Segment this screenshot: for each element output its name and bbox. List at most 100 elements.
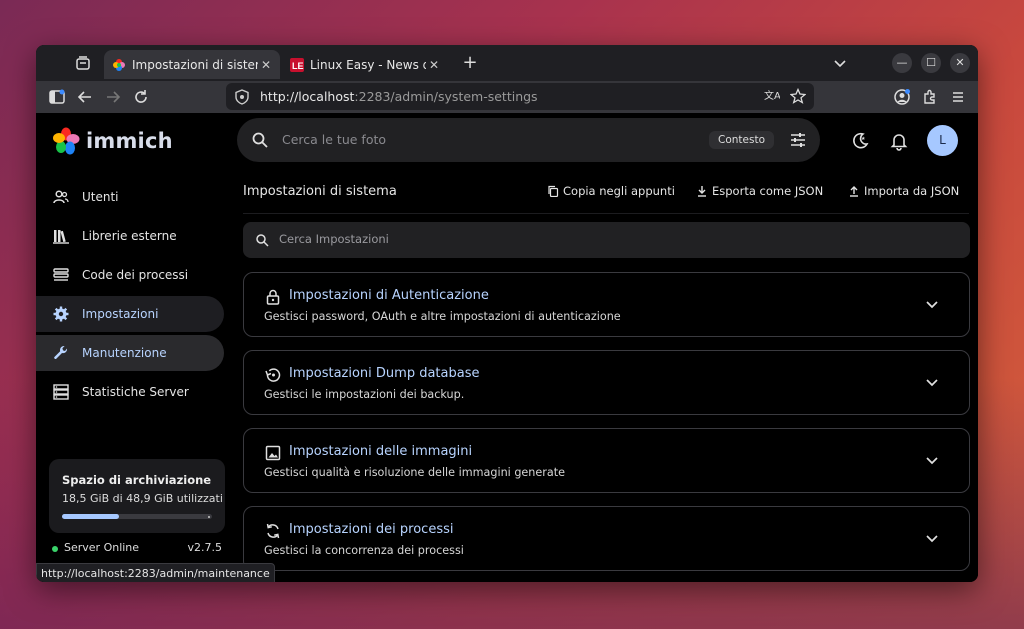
tab-strip: Impostazioni di sistema - I ✕ LE Linux E…	[36, 45, 978, 81]
translate-icon[interactable]: 文A	[764, 88, 780, 104]
section-image-settings[interactable]: Impostazioni delle immagini Gestisci qua…	[243, 428, 970, 493]
gear-icon	[53, 306, 69, 322]
section-description: Gestisci le impostazioni dei backup.	[264, 388, 465, 401]
storage-card: Spazio di archiviazione 18,5 GiB di 48,9…	[49, 459, 225, 533]
section-title: Impostazioni dei processi	[289, 522, 454, 537]
lock-icon	[266, 289, 280, 305]
forward-arrow-icon[interactable]	[104, 88, 122, 106]
online-status-dot	[52, 546, 58, 552]
backup-restore-icon	[265, 368, 281, 382]
section-title: Impostazioni delle immagini	[289, 444, 473, 459]
close-window-button[interactable]: ✕	[950, 53, 970, 73]
server-status: Server Online	[64, 541, 140, 554]
download-icon	[698, 186, 706, 197]
section-job-settings[interactable]: Impostazioni dei processi Gestisci la co…	[243, 506, 970, 571]
sidebar-item-external-libraries[interactable]: Librerie esterne	[36, 218, 224, 254]
server-status-row: Server Online v2.7.5	[52, 541, 222, 557]
server-version[interactable]: v2.7.5	[188, 541, 223, 554]
url-text: http://localhost:2283/admin/system-setti…	[260, 89, 538, 104]
close-icon[interactable]: ✕	[426, 58, 442, 72]
new-tab-button[interactable]: +	[460, 53, 480, 73]
close-icon[interactable]: ✕	[258, 58, 274, 72]
copy-to-clipboard-button[interactable]: Copia negli appunti	[547, 184, 675, 198]
sidebar-item-label: Librerie esterne	[82, 229, 177, 243]
sidebar-item-maintenance[interactable]: Manutenzione	[36, 335, 224, 371]
sidebar-toggle-icon[interactable]	[48, 88, 66, 106]
sidebar-item-users[interactable]: Utenti	[36, 179, 224, 215]
linux-easy-favicon-icon: LE	[290, 57, 304, 72]
section-title: Impostazioni Dump database	[289, 366, 480, 381]
theme-toggle-icon[interactable]: ★	[850, 131, 870, 151]
app-logo[interactable]: immich	[52, 127, 173, 155]
section-database-dump[interactable]: Impostazioni Dump database Gestisci le i…	[243, 350, 970, 415]
library-icon	[53, 230, 69, 244]
storage-used-text: 18,5 GiB di 48,9 GiB utilizzati	[62, 492, 223, 505]
star-icon[interactable]	[790, 88, 806, 104]
tab-title: Impostazioni di sistema - I	[132, 57, 258, 72]
tab-linux-easy[interactable]: LE Linux Easy - News da Mon ✕	[282, 50, 448, 79]
bell-icon[interactable]	[889, 131, 909, 151]
back-arrow-icon[interactable]	[76, 88, 94, 106]
svg-text:文A: 文A	[764, 89, 780, 102]
section-authentication[interactable]: Impostazioni di Autenticazione Gestisci …	[243, 272, 970, 337]
maximize-button[interactable]: ☐	[921, 53, 941, 73]
section-title: Impostazioni di Autenticazione	[289, 288, 489, 303]
import-json-button[interactable]: Importa da JSON	[848, 184, 959, 198]
sidebar-item-server-stats[interactable]: Statistiche Server	[36, 374, 224, 410]
section-description: Gestisci qualità e risoluzione delle imm…	[264, 466, 566, 479]
export-json-button[interactable]: Esporta come JSON	[696, 184, 823, 198]
settings-search-input[interactable]: Cerca Impostazioni	[279, 232, 389, 246]
settings-search-bar[interactable]: Cerca Impostazioni	[243, 222, 970, 258]
wrench-icon	[54, 345, 68, 360]
account-icon[interactable]	[893, 88, 911, 106]
sidebar-item-label: Code dei processi	[82, 268, 189, 282]
section-description: Gestisci password, OAuth e altre imposta…	[264, 310, 621, 323]
minimize-button[interactable]: —	[892, 53, 912, 73]
chevron-down-icon[interactable]	[925, 297, 939, 311]
page-header: Impostazioni di sistema Copia negli appu…	[243, 169, 969, 214]
sidebar-item-settings[interactable]: Impostazioni	[36, 296, 224, 332]
immich-app: immich Cerca le tue foto Contesto ★ L Ut…	[36, 113, 978, 582]
photo-search-bar[interactable]: Cerca le tue foto Contesto	[237, 118, 820, 162]
immich-logo-icon	[53, 127, 80, 155]
search-input[interactable]: Cerca le tue foto	[282, 132, 386, 147]
chevron-down-icon[interactable]	[925, 375, 939, 389]
sidebar-item-label: Utenti	[82, 190, 119, 204]
storage-title: Spazio di archiviazione	[62, 473, 212, 487]
browser-window: Impostazioni di sistema - I ✕ LE Linux E…	[36, 45, 978, 582]
tab-title: Linux Easy - News da Mon	[310, 57, 426, 72]
job-queue-icon	[53, 268, 69, 281]
svg-text:★: ★	[861, 136, 866, 142]
reload-icon[interactable]	[132, 88, 150, 106]
menu-icon[interactable]	[949, 88, 967, 106]
sidebar-item-job-queues[interactable]: Code dei processi	[36, 257, 224, 293]
page-title: Impostazioni di sistema	[243, 184, 397, 199]
browser-toolbar: http://localhost:2283/admin/system-setti…	[36, 81, 978, 113]
immich-favicon-icon	[113, 58, 125, 71]
users-icon	[53, 190, 69, 204]
url-bar[interactable]: http://localhost:2283/admin/system-setti…	[226, 83, 814, 110]
tune-icon[interactable]	[789, 131, 807, 149]
upload-icon	[850, 186, 858, 197]
sidebar-item-label: Statistiche Server	[82, 385, 189, 399]
storage-progress-bar	[62, 514, 212, 519]
chevron-down-icon[interactable]	[925, 531, 939, 545]
sidebar: Utenti Librerie esterne Code dei process…	[36, 169, 236, 582]
context-button[interactable]: Contesto	[709, 131, 774, 149]
server-icon	[53, 384, 69, 400]
chevron-down-icon[interactable]	[832, 55, 848, 71]
svg-text:LE: LE	[292, 61, 304, 71]
chevron-down-icon[interactable]	[925, 453, 939, 467]
avatar[interactable]: L	[927, 125, 958, 156]
section-description: Gestisci la concorrenza dei processi	[264, 544, 464, 557]
extensions-icon[interactable]	[921, 88, 939, 106]
sidebar-item-label: Impostazioni	[82, 307, 159, 321]
shield-icon[interactable]	[234, 88, 250, 105]
status-bar-link-preview: http://localhost:2283/admin/maintenance	[36, 563, 275, 582]
tab-system-settings[interactable]: Impostazioni di sistema - I ✕	[104, 50, 280, 79]
sync-icon	[266, 523, 280, 539]
app-name: immich	[86, 129, 173, 153]
tab-list-icon[interactable]	[74, 54, 92, 72]
storage-progress-fill	[62, 514, 119, 519]
image-icon	[265, 445, 281, 461]
